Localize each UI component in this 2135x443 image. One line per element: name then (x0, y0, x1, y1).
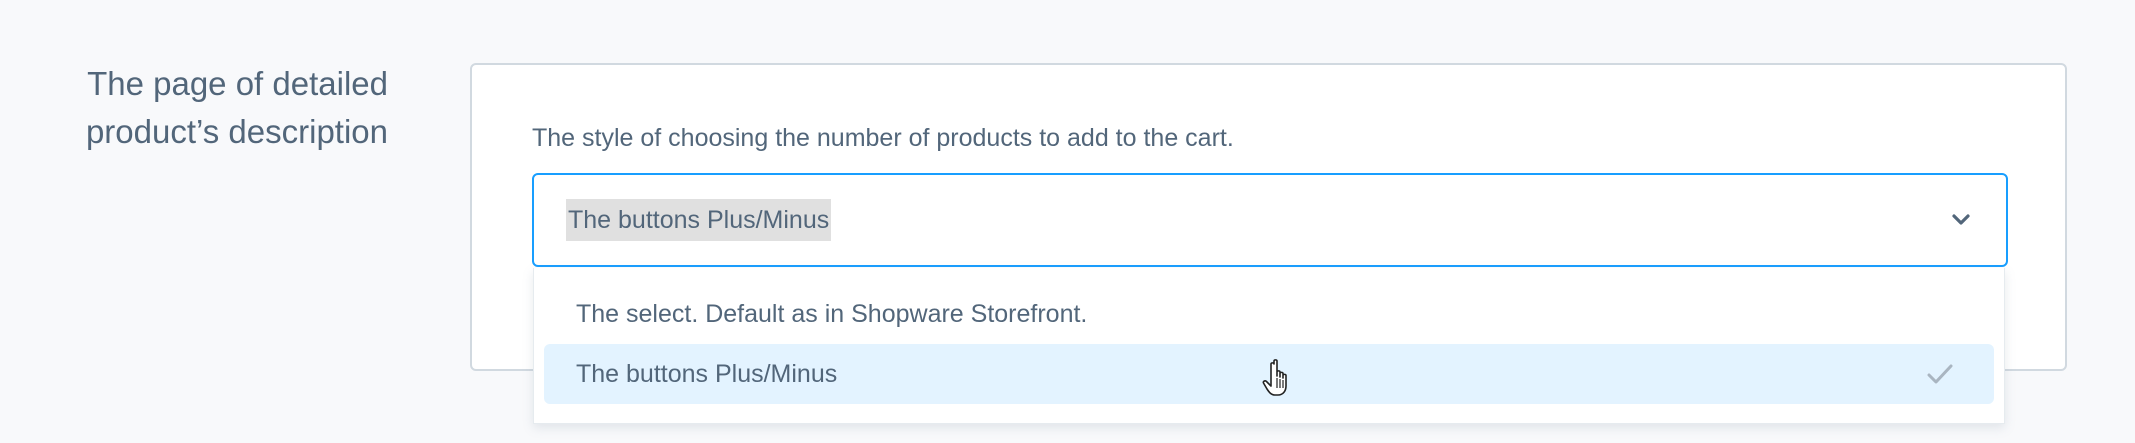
section-title: The page of detailed product’s descripti… (40, 60, 388, 156)
option-label: The buttons Plus/Minus (576, 360, 838, 388)
select-dropdown: The select. Default as in Shopware Store… (533, 268, 2005, 424)
select-value: The buttons Plus/Minus (566, 199, 832, 241)
check-icon (1927, 364, 1953, 384)
hand-pointer-icon (1262, 359, 1287, 396)
option-select-default[interactable]: The select. Default as in Shopware Store… (544, 284, 1994, 344)
section-title-line-2: product’s description (85, 113, 388, 150)
quantity-style-select[interactable]: The buttons Plus/Minus (532, 173, 2008, 267)
section-title-line-1: The page of detailed (87, 65, 388, 102)
option-label: The select. Default as in Shopware Store… (576, 300, 1088, 328)
field-label: The style of choosing the number of prod… (532, 124, 1234, 152)
chevron-down-icon[interactable] (1950, 209, 1972, 231)
